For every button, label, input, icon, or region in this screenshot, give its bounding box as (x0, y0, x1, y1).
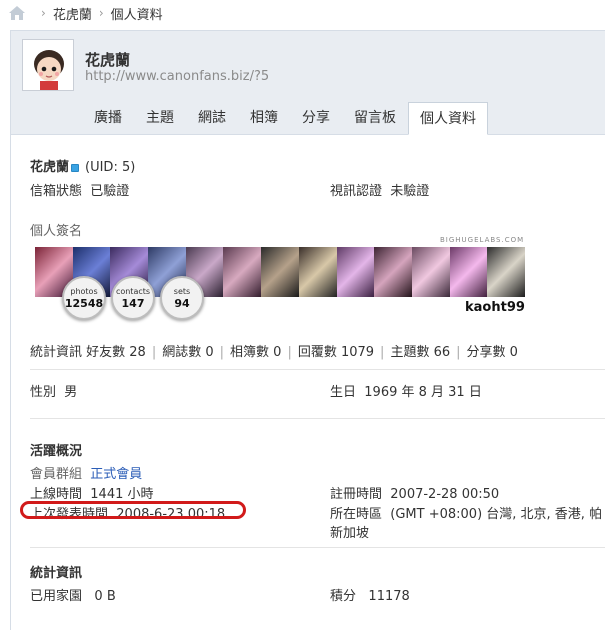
avatar-cartoon-icon (23, 40, 73, 90)
email-status-label: 信箱狀態 (30, 184, 83, 199)
email-status-row: 信箱狀態 已驗證 (30, 180, 129, 199)
points-label: 積分 (330, 589, 357, 604)
space-used-row: 已用家園 0 B (30, 585, 116, 604)
sets-count-badge: sets 94 (160, 276, 204, 320)
gender-label: 性別 (30, 385, 57, 400)
contacts-label: contacts (115, 286, 151, 296)
badge-brand: BIGHUGELABS.COM (440, 236, 525, 244)
timezone-continued: 新加坡 (330, 526, 370, 541)
contacts-count-badge: contacts 147 (111, 276, 155, 320)
blogs-count[interactable]: 網誌數 0 (162, 345, 213, 360)
tab-broadcast[interactable]: 廣播 (82, 102, 134, 135)
photos-label: photos (70, 286, 98, 296)
divider: | (219, 345, 225, 360)
register-time-row: 註冊時間 2007-2-28 00:50 (330, 483, 499, 502)
username: 花虎蘭 (30, 160, 70, 175)
birthday-row: 生日 1969 年 8 月 31 日 (330, 381, 482, 400)
signature-label: 個人簽名 (30, 224, 83, 239)
profile-url[interactable]: http://www.canonfans.biz/?5 (85, 69, 269, 84)
gender-value: 男 (64, 385, 78, 400)
register-time-value: 2007-2-28 00:50 (390, 487, 500, 502)
tab-guestbook[interactable]: 留言板 (342, 102, 408, 135)
video-status-row: 視訊認證 未驗證 (330, 180, 429, 199)
tab-topics[interactable]: 主題 (134, 102, 186, 135)
tab-profile[interactable]: 個人資料 (408, 102, 488, 135)
member-group-label: 會員群組 (30, 467, 83, 482)
badge-username: kaoht99 (465, 300, 525, 315)
avatar[interactable] (22, 39, 74, 91)
gender-row: 性別 男 (30, 381, 77, 400)
breadcrumb-user[interactable]: 花虎蘭 (53, 4, 92, 23)
birthday-label: 生日 (330, 385, 357, 400)
section-divider (30, 418, 605, 419)
uid: (UID: 5) (85, 160, 136, 175)
stats-row: 統計資訊 好友數 28 | 網誌數 0 | 相簿數 0 | 回覆數 1079 | 主題數 66 |… (30, 341, 518, 360)
tab-album[interactable]: 相簿 (238, 102, 290, 135)
sets-value: 94 (174, 296, 190, 310)
statistics-title: 統計資訊 (30, 566, 83, 581)
section-divider (30, 369, 605, 370)
online-time-row: 上線時間 1441 小時 (30, 483, 154, 502)
replies-count[interactable]: 回覆數 1079 (298, 345, 374, 360)
online-time-label: 上線時間 (30, 487, 83, 502)
online-status-icon (71, 163, 80, 172)
space-used-label: 已用家園 (30, 589, 83, 604)
red-highlight-annotation (20, 501, 246, 519)
flickr-badge-image[interactable] (35, 247, 525, 297)
tab-blog[interactable]: 網誌 (186, 102, 238, 135)
divider: | (380, 345, 385, 360)
timezone-label: 所在時區 (330, 507, 383, 522)
divider: | (456, 345, 461, 360)
points-value: 11178 (368, 589, 410, 604)
birthday-value: 1969 年 8 月 31 日 (364, 385, 482, 400)
profile-tabs: 廣播 主題 網誌 相簿 分享 留言板 個人資料 (82, 102, 488, 135)
content-border (10, 135, 11, 630)
timezone-value: (GMT +08:00) 台灣, 北京, 香港, 帕 (390, 507, 603, 522)
profile-name: 花虎蘭 (85, 51, 131, 69)
section-divider (30, 547, 605, 548)
chevron-right-icon: › (41, 6, 46, 20)
topics-count[interactable]: 主題數 66 (390, 345, 450, 360)
friends-count[interactable]: 好友數 28 (86, 345, 146, 360)
register-time-label: 註冊時間 (330, 487, 383, 502)
email-status-value: 已驗證 (90, 184, 130, 199)
member-group-value[interactable]: 正式會員 (90, 467, 142, 482)
space-used-value: 0 B (94, 589, 116, 604)
points-row: 積分 11178 (330, 585, 410, 604)
photos-count-badge: photos 12548 (62, 276, 106, 320)
timezone-row: 所在時區 (GMT +08:00) 台灣, 北京, 香港, 帕 (330, 503, 602, 522)
breadcrumb-current: 個人資料 (110, 7, 163, 23)
online-time-value: 1441 小時 (90, 487, 154, 502)
shares-count[interactable]: 分享數 0 (467, 345, 518, 360)
photos-value: 12548 (64, 296, 104, 310)
chevron-right-icon: › (98, 6, 104, 20)
stats-label: 統計資訊 (30, 345, 83, 360)
username-row: 花虎蘭 (UID: 5) (30, 156, 135, 175)
tab-share[interactable]: 分享 (290, 102, 342, 135)
sets-label: sets (173, 286, 191, 296)
divider: | (287, 345, 292, 360)
video-status-value: 未驗證 (390, 184, 430, 199)
video-status-label: 視訊認證 (330, 184, 383, 199)
member-group-row: 會員群組 正式會員 (30, 463, 142, 482)
contacts-value: 147 (121, 296, 145, 310)
breadcrumb: › 花虎蘭 › 個人資料 (0, 0, 605, 26)
home-icon[interactable] (8, 5, 26, 21)
activity-title: 活躍概況 (30, 444, 83, 459)
albums-count[interactable]: 相簿數 0 (230, 345, 281, 360)
divider: | (151, 345, 157, 360)
